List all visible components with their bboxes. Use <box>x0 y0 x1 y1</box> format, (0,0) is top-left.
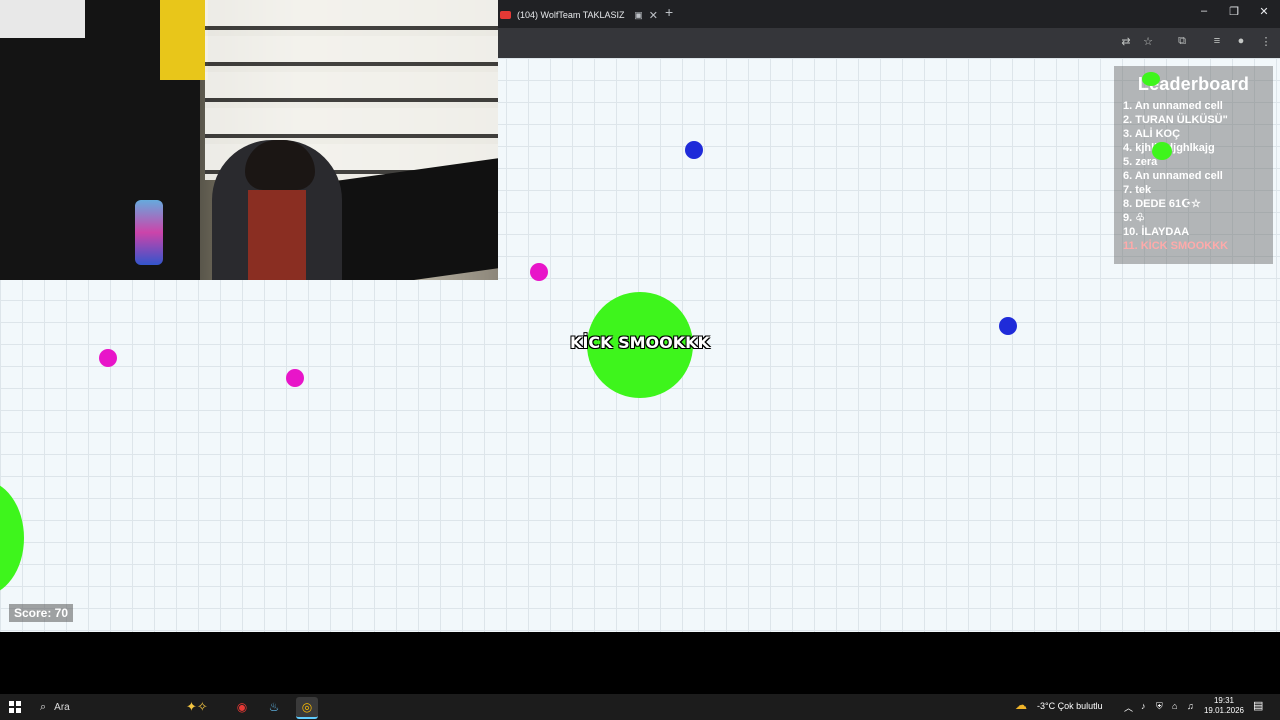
player-name: KİCK SMOOKKK <box>570 333 710 352</box>
steam-app-icon[interactable]: ♨ <box>263 697 285 717</box>
webcam-board <box>0 0 85 38</box>
streamer-shirt <box>248 190 306 280</box>
new-tab-button[interactable]: + <box>665 4 673 20</box>
clock-date: 19.01.2026 <box>1203 706 1245 715</box>
leaderboard-entry: 3. ALİ KOÇ <box>1123 128 1181 140</box>
leaderboard-entry: 6. An unnamed cell <box>1123 170 1223 182</box>
taskbar: ⌕ Ara ✦✧ ◉ ♨ ◎ ☁ -3°C Çok bulutlu ︿ ♪ ⛨ … <box>0 694 1280 720</box>
weather-icon[interactable]: ☁ <box>1015 698 1027 712</box>
leaderboard-panel: Leaderboard 1. An unnamed cell 2. TURAN … <box>1114 66 1273 264</box>
clock-time: 19:31 <box>1213 696 1235 705</box>
leaderboard-entry: 8. DEDE 61☪☆ <box>1123 198 1201 210</box>
enemy-cell <box>1142 72 1160 86</box>
leaderboard-entry: 2. TURAN ÜLKÜSÜ" <box>1123 114 1228 126</box>
pellet <box>530 263 548 281</box>
enemy-cell <box>1152 142 1172 160</box>
webcam-overlay <box>0 0 498 280</box>
microphone-icon[interactable]: ♪ <box>1141 701 1146 711</box>
system-clock[interactable]: 19:31 19.01.2026 <box>1202 696 1246 716</box>
restore-button[interactable]: ❐ <box>1226 5 1242 18</box>
recorder-app-icon[interactable]: ◉ <box>231 697 253 717</box>
leaderboard-entry: 10. İLAYDAA <box>1123 226 1190 238</box>
pellet <box>685 141 703 159</box>
menu-icon[interactable]: ⋮ <box>1259 35 1273 48</box>
leaderboard-entry: 5. zera <box>1123 156 1158 168</box>
tab-title: (104) WolfTeam TAKLASIZ <box>517 10 625 20</box>
pellet <box>999 317 1017 335</box>
security-icon[interactable]: ⛨ <box>1156 701 1163 712</box>
minimize-button[interactable]: – <box>1196 5 1212 17</box>
pellet <box>286 369 304 387</box>
leaderboard-list: 1. An unnamed cell 2. TURAN ÜLKÜSÜ" 3. A… <box>1123 99 1273 253</box>
bookmark-star-icon[interactable]: ☆ <box>1141 35 1155 48</box>
leaderboard-entry: 1. An unnamed cell <box>1123 100 1223 112</box>
leaderboard-title: Leaderboard <box>1137 74 1250 94</box>
windows-start-icon[interactable] <box>9 701 21 713</box>
network-icon[interactable]: ⌂ <box>1172 701 1177 711</box>
pellet <box>99 349 117 367</box>
media-control-icon[interactable]: ≡ <box>1210 35 1224 47</box>
notification-icon[interactable]: ▤ <box>1253 699 1263 712</box>
profile-icon[interactable]: ● <box>1234 35 1248 47</box>
search-placeholder: Ara <box>54 701 70 713</box>
letterbox-band <box>0 632 1280 694</box>
browser-tab[interactable]: (104) WolfTeam TAKLASIZ ▣ ✕ <box>500 4 658 26</box>
window-close-button[interactable]: ✕ <box>1256 5 1272 18</box>
sparkle-icon[interactable]: ✦✧ <box>186 699 208 715</box>
translate-icon[interactable]: ⇄ <box>1119 35 1133 48</box>
camera-icon[interactable]: ▣ <box>634 10 643 21</box>
weather-text[interactable]: -3°C Çok bulutlu <box>1037 701 1103 711</box>
youtube-icon <box>500 11 511 19</box>
extensions-icon[interactable]: ⧉ <box>1175 35 1189 48</box>
leaderboard-entry-self: 11. KİCK SMOOKKK <box>1123 240 1229 252</box>
search-icon: ⌕ <box>40 700 47 713</box>
microphone <box>135 200 163 265</box>
webcam-yellow-panel <box>160 0 208 80</box>
enemy-cell <box>0 480 24 596</box>
volume-icon[interactable]: ♫ <box>1187 701 1194 711</box>
close-icon[interactable]: ✕ <box>649 9 658 22</box>
streamer-head <box>245 140 315 190</box>
leaderboard-entry: 4. kjhlksdjghlkajg <box>1123 142 1215 154</box>
leaderboard-entry: 9. ♧ <box>1123 212 1146 224</box>
chrome-app-icon[interactable]: ◎ <box>296 697 318 719</box>
leaderboard-entry: 7. tek <box>1123 184 1152 196</box>
score-display: Score: 70 <box>9 604 74 622</box>
chevron-up-icon[interactable]: ︿ <box>1124 701 1133 714</box>
